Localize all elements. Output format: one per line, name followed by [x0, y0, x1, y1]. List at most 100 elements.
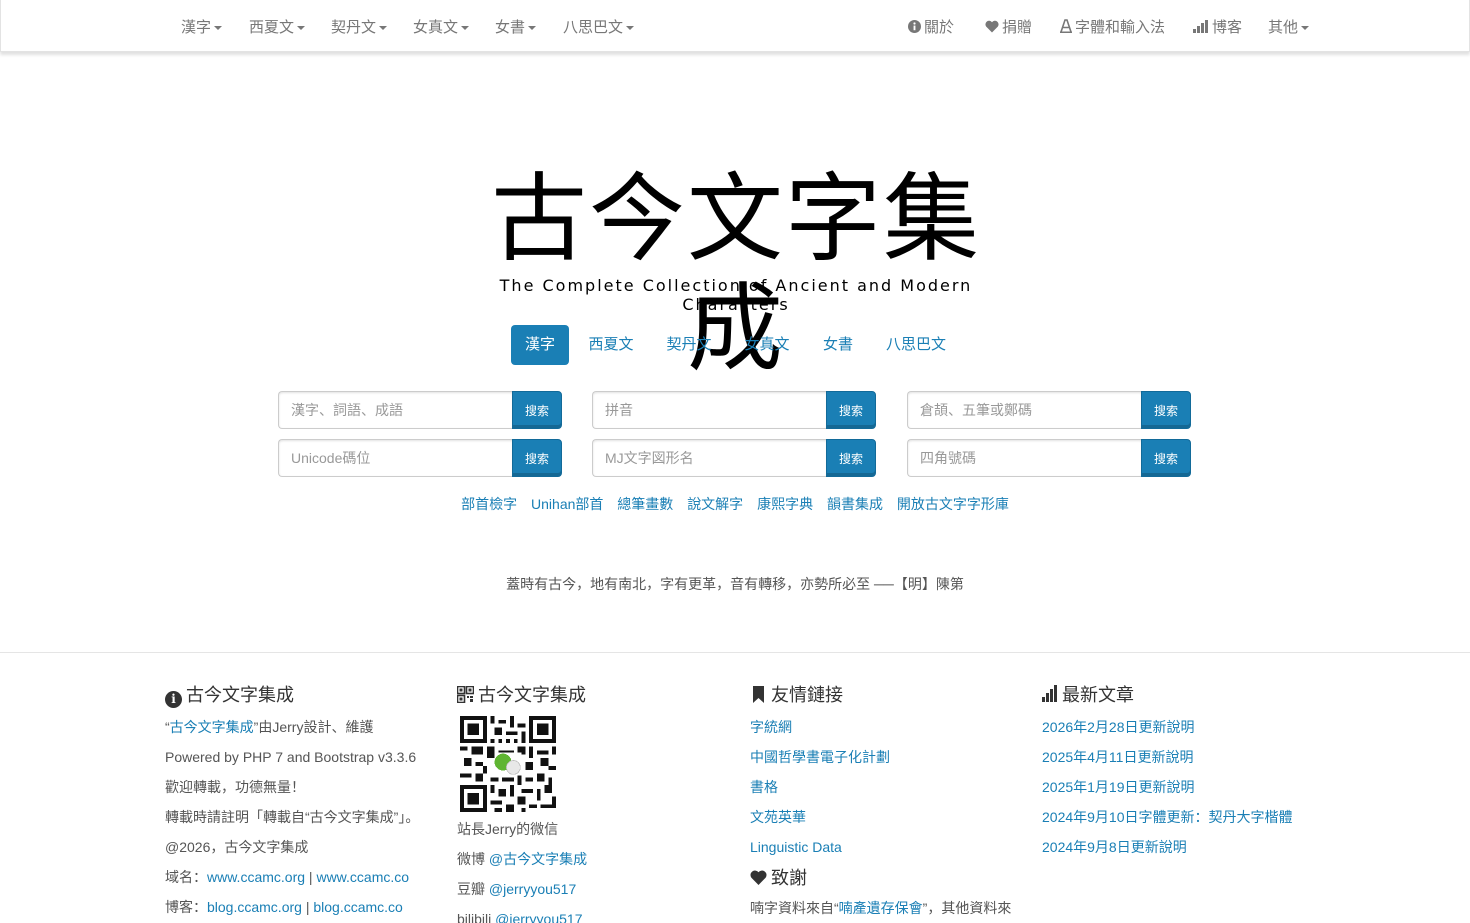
bilibili-label: bilibili: [457, 911, 496, 923]
news-link[interactable]: 2026年2月28日更新說明: [1042, 719, 1195, 735]
site-logo-subtitle: The Complete Collection of Ancient and M…: [499, 276, 973, 314]
tab-hanzi[interactable]: 漢字: [511, 325, 569, 365]
link-rhyme-books[interactable]: 韻書集成: [827, 496, 883, 512]
search-button[interactable]: 搜索: [826, 439, 876, 477]
search-group-unicode: 搜索: [278, 439, 562, 477]
search-input-unicode[interactable]: [278, 439, 513, 477]
quick-links: 部首檢字 Unihan部首 總筆畫數 說文解字 康熙字典 韻書集成 開放古文字字…: [0, 494, 1470, 514]
bilibili-link[interactable]: @jerryyou517: [495, 911, 582, 923]
blog-link-org[interactable]: blog.ccamc.org: [207, 899, 302, 915]
tab-phagspa[interactable]: 八思巴文: [881, 325, 951, 365]
nav-dropdown-phagspa[interactable]: 八思巴文: [563, 16, 635, 37]
news-item: 2024年9月10日字體更新：契丹大字楷體: [1042, 802, 1332, 832]
reprint-welcome: 歡迎轉載，功德無量！: [165, 779, 305, 795]
friend-link-ctext[interactable]: 中國哲學書電子化計劃: [750, 749, 890, 765]
friend-link-zitong[interactable]: 字統網: [750, 719, 792, 735]
nav-dropdown-xixia[interactable]: 西夏文: [249, 16, 306, 37]
weibo-link[interactable]: @古今文字集成: [489, 851, 587, 867]
search-button[interactable]: 搜索: [826, 391, 876, 429]
domain-line: 域名：www.ccamc.org | www.ccamc.co: [165, 862, 455, 892]
caret-down-icon: [297, 26, 306, 31]
tab-nushu[interactable]: 女書: [817, 325, 859, 365]
search-group-mj: 搜索: [592, 439, 876, 477]
news-link[interactable]: 2024年9月10日字體更新：契丹大字楷體: [1042, 809, 1293, 825]
friend-link: Linguistic Data: [750, 832, 1040, 862]
nav-label: 其他: [1268, 19, 1299, 36]
news-link[interactable]: 2025年1月19日更新說明: [1042, 779, 1195, 795]
nav-label: 女書: [495, 19, 526, 36]
weibo-label: 微博: [457, 851, 489, 867]
heading-text: 古今文字集成: [186, 685, 294, 705]
friend-link: 字統網: [750, 712, 1040, 742]
nav-fonts[interactable]: 字體和輸入法: [1060, 16, 1165, 37]
domain-link-org[interactable]: www.ccamc.org: [207, 869, 305, 885]
search-button[interactable]: 搜索: [1141, 439, 1191, 477]
news-link[interactable]: 2024年9月8日更新說明: [1042, 839, 1187, 855]
link-stroke-count[interactable]: 總筆畫數: [617, 496, 673, 512]
link-open-glyph-db[interactable]: 開放古文字字形庫: [897, 496, 1009, 512]
search-input-pinyin[interactable]: [592, 391, 827, 429]
signal-bars-icon: [1193, 20, 1208, 33]
caret-down-icon: [214, 26, 223, 31]
caret-down-icon: [461, 26, 470, 31]
link-unihan-radical[interactable]: Unihan部首: [531, 496, 603, 512]
font-icon: [1060, 19, 1072, 33]
link-radical-index[interactable]: 部首檢字: [461, 496, 517, 512]
link-shuowen[interactable]: 說文解字: [687, 496, 743, 512]
caret-down-icon: [528, 26, 537, 31]
tab-jurchen[interactable]: 女真文: [739, 325, 795, 365]
search-button[interactable]: 搜索: [512, 439, 562, 477]
info-circle-icon: i: [165, 691, 182, 708]
friend-link-shuge[interactable]: 書格: [750, 779, 778, 795]
nav-label: 女真文: [413, 19, 459, 36]
signal-bars-icon: [1042, 685, 1057, 702]
separator: |: [305, 869, 317, 885]
footer-news: 最新文章 2026年2月28日更新說明 2025年4月11日更新說明 2025年…: [1042, 682, 1332, 862]
nav-label: 漢字: [181, 19, 212, 36]
tab-khitan[interactable]: 契丹文: [661, 325, 717, 365]
footer-friends-heading: 友情鏈接: [750, 682, 1040, 710]
friend-link-linguistic-data[interactable]: Linguistic Data: [750, 839, 842, 855]
friend-link-wenyuan[interactable]: 文苑英華: [750, 809, 806, 825]
qrcode-icon: [457, 686, 474, 703]
blog-link-co[interactable]: blog.ccamc.co: [313, 899, 402, 915]
footer-social: 古今文字集成 站長Jerry的微信 微博 @古今文字集成 豆瓣 @jerryyo…: [457, 682, 747, 923]
nav-blog[interactable]: 博客: [1193, 16, 1242, 37]
site-name-link[interactable]: 古今文字集成: [170, 719, 254, 735]
search-input-mj[interactable]: [592, 439, 827, 477]
thanks-link-nom[interactable]: 喃產遺存保會: [839, 900, 923, 916]
domain-link-co[interactable]: www.ccamc.co: [316, 869, 409, 885]
search-input-cangjie[interactable]: [907, 391, 1142, 429]
douban-line: 豆瓣 @jerryyou517: [457, 874, 747, 904]
news-link[interactable]: 2025年4月11日更新說明: [1042, 749, 1193, 765]
nav-about[interactable]: 關於: [908, 16, 954, 37]
footer-about-heading: i 古今文字集成: [165, 682, 455, 710]
footer-about: i 古今文字集成 “古今文字集成”由Jerry設計、維護 Powered by P…: [165, 682, 455, 922]
news-item: 2025年4月11日更新說明: [1042, 742, 1332, 772]
nav-dropdown-khitan[interactable]: 契丹文: [331, 16, 388, 37]
bilibili-line: bilibili @jerryyou517: [457, 904, 747, 923]
nav-dropdown-jurchen[interactable]: 女真文: [413, 16, 470, 37]
nav-label: 契丹文: [331, 19, 377, 36]
nav-donate[interactable]: 捐贈: [985, 16, 1032, 37]
douban-link[interactable]: @jerryyou517: [489, 881, 576, 897]
caret-down-icon: [379, 26, 388, 31]
nav-label: 字體和輸入法: [1075, 19, 1166, 36]
search-input-four-corner[interactable]: [907, 439, 1142, 477]
nav-dropdown-hanzi[interactable]: 漢字: [181, 16, 223, 37]
nav-dropdown-nushu[interactable]: 女書: [495, 16, 537, 37]
search-button[interactable]: 搜索: [512, 391, 562, 429]
news-item: 2024年9月8日更新說明: [1042, 832, 1332, 862]
link-kangxi[interactable]: 康熙字典: [757, 496, 813, 512]
search-input-hanzi[interactable]: [278, 391, 513, 429]
thanks-suffix: ”，其他資料來: [922, 900, 1012, 916]
friend-link: 書格: [750, 772, 1040, 802]
caret-down-icon: [626, 26, 635, 31]
nav-label: 捐贈: [1002, 19, 1033, 36]
search-button[interactable]: 搜索: [1141, 391, 1191, 429]
footer-line: “古今文字集成”由Jerry設計、維護: [165, 712, 455, 742]
reprint-note: 轉載時請註明「轉載自“古今文字集成”」。: [165, 809, 420, 825]
nav-dropdown-other[interactable]: 其他: [1268, 16, 1310, 37]
news-item: 2026年2月28日更新說明: [1042, 712, 1332, 742]
tab-xixia[interactable]: 西夏文: [583, 325, 639, 365]
